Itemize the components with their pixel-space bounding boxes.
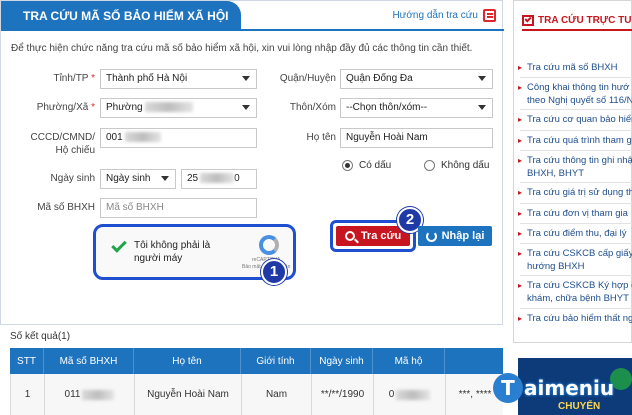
- accent-no-label: Không dấu: [441, 160, 490, 171]
- refresh-icon: [425, 230, 437, 242]
- col-header: Mã hộ: [373, 348, 445, 374]
- panel-header: TRA CỨU MÃ SỐ BẢO HIỂM XÃ HỘI Hướng dẫn …: [1, 1, 504, 31]
- village-select[interactable]: --Chọn thôn/xóm--: [340, 98, 493, 118]
- search-button-label: Tra cứu: [360, 230, 402, 242]
- table-header: STT Mã số BHXH Họ tên Giới tính Ngày sin…: [10, 348, 503, 374]
- sidebar-link-label: hướng BHXH: [527, 261, 585, 272]
- divider: [520, 130, 632, 131]
- divider: [520, 275, 632, 276]
- name-input[interactable]: Nguyễn Hoài Nam: [340, 128, 493, 148]
- divider: [520, 243, 632, 244]
- cell-household: 0: [374, 374, 446, 415]
- name-label: Họ tên: [306, 132, 336, 143]
- district-select[interactable]: Quận Đống Đa: [340, 69, 493, 89]
- page-title: TRA CỨU MÃ SỐ BẢO HIỂM XÃ HỘI: [1, 1, 241, 31]
- cell-bhxh: 011: [45, 374, 135, 415]
- sidebar-link[interactable]: Tra cứu cơ quan bảo hiểm: [518, 113, 632, 126]
- sidebar-link[interactable]: Tra cứu đơn vị tham gia: [518, 207, 628, 220]
- village-label: Thôn/Xóm: [289, 102, 336, 113]
- col-header: [445, 348, 503, 374]
- sidebar-link-label: BHXH, BHYT: [527, 168, 585, 179]
- accent-no-radio[interactable]: Không dấu: [424, 160, 489, 171]
- guide-link-label: Hướng dẫn tra cứu: [392, 10, 478, 21]
- radio-unselected-icon: [424, 160, 435, 171]
- sidebar-link[interactable]: Tra cứu CSKCB Ký hợp đ khám, chữa bệnh BH…: [518, 279, 632, 305]
- reset-button[interactable]: Nhập lại: [418, 226, 492, 246]
- dob-label: Ngày sinh: [50, 173, 95, 184]
- sidebar-link-label: Tra cứu CSKCB cấp giấy: [527, 248, 632, 259]
- dob-type-select[interactable]: Ngày sinh: [100, 169, 176, 189]
- col-header: Giới tính: [241, 348, 311, 374]
- cell-stt: 1: [11, 374, 45, 415]
- guide-link[interactable]: Hướng dẫn tra cứu: [392, 9, 496, 22]
- district-label: Quận/Huyện: [279, 73, 336, 84]
- recaptcha-logo-icon: [259, 235, 279, 255]
- sidebar-link[interactable]: Tra cứu điểm thu, đại lý: [518, 227, 627, 240]
- sidebar-link-label: Tra cứu quá trình tham g: [527, 135, 632, 146]
- sidebar-link-label: Tra cứu cơ quan bảo hiểm: [527, 114, 632, 125]
- cell-gender: Nam: [242, 374, 312, 415]
- sidebar-link-label: Tra cứu giá trị sử dụng th: [527, 187, 632, 198]
- sidebar-link-label: theo Nghị quyết số 116/N: [527, 95, 632, 106]
- col-header: STT: [10, 348, 44, 374]
- divider: [520, 182, 632, 183]
- ward-select[interactable]: Phường: [100, 98, 257, 118]
- checklist-icon: [522, 14, 534, 26]
- sidebar-link-label: Tra cứu thông tin ghi nhậ: [527, 155, 632, 166]
- accent-yes-radio[interactable]: Có dấu: [342, 160, 391, 171]
- table-row: 1 011 Nguyễn Hoài Nam Nam **/**/1990 0 *…: [10, 374, 503, 415]
- reset-button-label: Nhập lại: [441, 230, 485, 242]
- col-header: Họ tên: [134, 348, 241, 374]
- ward-label: Phường/Xã *: [36, 102, 95, 113]
- sidebar-header: TRA CỨU TRỰC TUYẾN: [522, 11, 632, 31]
- divider: [520, 77, 632, 78]
- sidebar-link[interactable]: Tra cứu mã số BHXH: [518, 61, 618, 74]
- watermark-text: aimeniu: [524, 376, 615, 400]
- sidebar-link[interactable]: Công khai thông tin hướ theo Nghị quyết s…: [518, 81, 632, 107]
- step-badge-1: 1: [261, 259, 287, 285]
- search-button[interactable]: Tra cứu: [336, 226, 410, 246]
- sidebar-link[interactable]: Tra cứu bảo hiểm thất ng: [518, 312, 632, 325]
- cell-dob: **/**/1990: [312, 374, 374, 415]
- sidebar-link-label: khám, chữa bệnh BHYT: [527, 293, 629, 304]
- col-header: Mã số BHXH: [44, 348, 134, 374]
- intro-text: Để thực hiện chức năng tra cứu mã số bảo…: [11, 43, 473, 54]
- accent-yes-label: Có dấu: [359, 160, 392, 171]
- divider: [520, 308, 632, 309]
- id-input[interactable]: 001: [100, 128, 257, 148]
- sidebar-link-label: Tra cứu mã số BHXH: [527, 62, 618, 73]
- search-icon: [344, 231, 355, 241]
- sidebar-link[interactable]: Tra cứu quá trình tham g: [518, 134, 632, 147]
- bhxh-label: Mã số BHXH: [37, 202, 95, 213]
- sidebar-link[interactable]: Tra cứu thông tin ghi nhậ BHXH, BHYT: [518, 154, 632, 180]
- radio-selected-icon: [342, 160, 353, 171]
- sidebar-link[interactable]: Tra cứu giá trị sử dụng th: [518, 186, 632, 199]
- divider: [520, 109, 632, 110]
- recaptcha-label: Tôi không phải là người máy: [134, 240, 211, 264]
- sidebar-link-label: Tra cứu đơn vị tham gia: [527, 208, 628, 219]
- province-label: Tỉnh/TP *: [53, 73, 95, 84]
- dob-input[interactable]: 25 0: [181, 169, 257, 189]
- result-count: Số kết quả(1): [10, 331, 71, 342]
- sidebar-link-label: Công khai thông tin hướ: [527, 82, 630, 93]
- sidebar: TRA CỨU TRỰC TUYẾN Tra cứu mã số BHXH Côn…: [513, 0, 632, 343]
- sidebar-link-label: Tra cứu CSKCB Ký hợp đ: [527, 280, 632, 291]
- cell-name: Nguyễn Hoài Nam: [135, 374, 242, 415]
- id-label: CCCD/CMND/Hộ chiếu: [30, 132, 95, 156]
- watermark-logo-icon: T: [493, 373, 523, 403]
- watermark: Taimeniu: [493, 373, 614, 403]
- divider: [520, 150, 632, 151]
- bhxh-input[interactable]: Mã số BHXH: [100, 198, 257, 218]
- sidebar-link-label: Tra cứu điểm thu, đại lý: [527, 228, 627, 239]
- checkmark-icon: [111, 237, 127, 253]
- sidebar-title: TRA CỨU TRỰC TUYẾN: [538, 14, 632, 26]
- province-select[interactable]: Thành phố Hà Nội: [100, 69, 257, 89]
- sidebar-link-label: Tra cứu bảo hiểm thất ng: [527, 313, 632, 324]
- divider: [520, 223, 632, 224]
- divider: [520, 203, 632, 204]
- sidebar-link[interactable]: Tra cứu CSKCB cấp giấy hướng BHXH: [518, 247, 632, 273]
- results-table: STT Mã số BHXH Họ tên Giới tính Ngày sin…: [10, 348, 503, 415]
- col-header: Ngày sinh: [311, 348, 373, 374]
- edit-icon: [483, 9, 496, 22]
